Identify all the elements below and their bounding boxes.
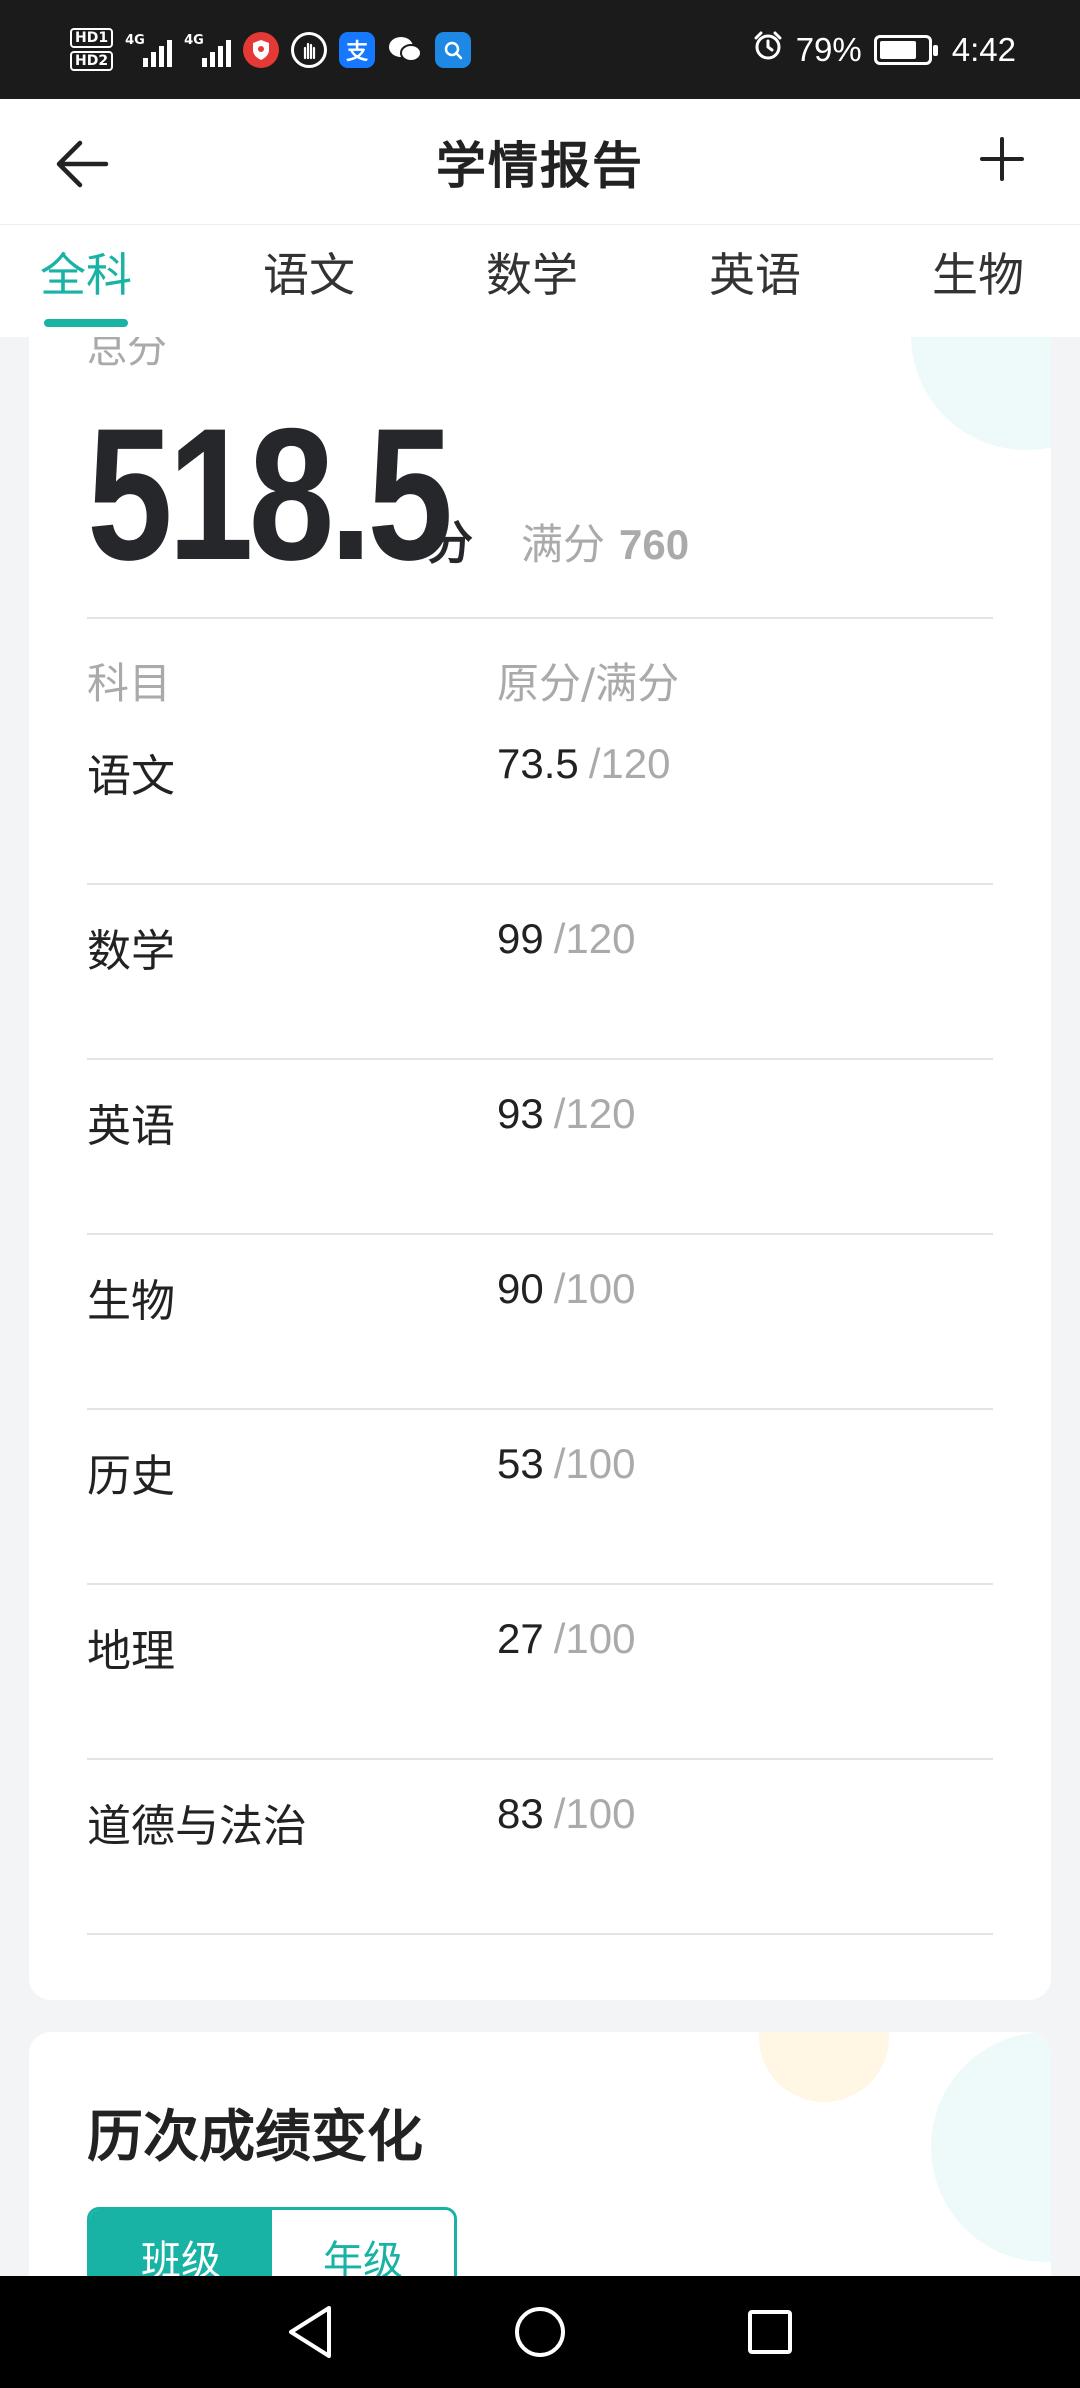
table-row: 语文 73.5/120 bbox=[87, 710, 993, 885]
subject-name: 生物 bbox=[87, 1276, 175, 1327]
table-row: 生物 90/100 bbox=[87, 1235, 993, 1410]
status-left: HD1 HD2 4G 4G 支 bbox=[70, 28, 472, 71]
tab-biology[interactable]: 生物 bbox=[932, 245, 1024, 325]
alipay-icon: 支 bbox=[339, 31, 376, 68]
subject-name: 数学 bbox=[87, 926, 175, 977]
table-row: 数学 99/120 bbox=[87, 885, 993, 1060]
summary-divider bbox=[87, 617, 993, 619]
subject-score: 93/120 bbox=[497, 1090, 635, 1138]
max-score: /120 bbox=[553, 1090, 636, 1137]
alarm-icon bbox=[752, 30, 784, 70]
add-button[interactable] bbox=[972, 129, 1032, 189]
table-row: 地理 27/100 bbox=[87, 1585, 993, 1760]
tab-chinese[interactable]: 语文 bbox=[263, 245, 355, 325]
subject-score: 27/100 bbox=[497, 1615, 635, 1663]
full-score-label: 满分 bbox=[521, 520, 606, 569]
hd1-badge: HD1 bbox=[70, 28, 114, 48]
status-bar: HD1 HD2 4G 4G 支 79% 4:42 bbox=[0, 0, 1080, 99]
plus-icon bbox=[980, 137, 1024, 181]
score-card: 总分 518.5 分 满分 760 科目 原分/满分 语文 73.5/120 数学 99… bbox=[29, 300, 1051, 2000]
raw-score: 99 bbox=[497, 915, 544, 962]
max-score: /120 bbox=[588, 740, 671, 787]
history-title: 历次成绩变化 bbox=[87, 2105, 423, 2170]
signal-1-tag: 4G bbox=[125, 32, 145, 48]
subject-score: 90/100 bbox=[497, 1265, 635, 1313]
subject-tabs: 全科 语文 数学 英语 生物 bbox=[0, 225, 1080, 337]
subject-score: 73.5/120 bbox=[497, 740, 671, 788]
column-header-subject: 科目 bbox=[87, 659, 172, 708]
total-score-value: 518.5 bbox=[87, 389, 453, 599]
hd2-badge: HD2 bbox=[70, 51, 114, 71]
hd-indicators: HD1 HD2 bbox=[70, 28, 114, 71]
subject-name: 语文 bbox=[87, 751, 175, 802]
tab-all-label: 全科 bbox=[40, 248, 132, 302]
search-app-icon bbox=[435, 31, 472, 68]
decorative-circle-yellow bbox=[759, 2032, 889, 2102]
full-score: 满分 760 bbox=[521, 511, 689, 572]
subject-name: 英语 bbox=[87, 1101, 175, 1152]
wechat-icon bbox=[387, 32, 423, 68]
table-row: 道德与法治 83/100 bbox=[87, 1760, 993, 1935]
raw-score: 27 bbox=[497, 1615, 544, 1662]
total-score-row: 518.5 分 满分 760 bbox=[87, 400, 689, 588]
arrow-left-icon bbox=[56, 140, 109, 188]
max-score: /100 bbox=[553, 1440, 636, 1487]
signal-2-icon: 4G bbox=[184, 32, 232, 67]
subject-name: 道德与法治 bbox=[87, 1801, 307, 1852]
table-row: 英语 93/120 bbox=[87, 1060, 993, 1235]
max-score: /120 bbox=[553, 915, 636, 962]
max-score: /100 bbox=[553, 1265, 636, 1312]
raw-score: 83 bbox=[497, 1790, 544, 1837]
max-score: /100 bbox=[553, 1790, 636, 1837]
app-header: 学情报告 bbox=[0, 99, 1080, 225]
square-recents-icon bbox=[748, 2310, 792, 2354]
tab-math[interactable]: 数学 bbox=[486, 245, 578, 325]
raw-score: 93 bbox=[497, 1090, 544, 1137]
triangle-back-icon bbox=[289, 2306, 331, 2358]
subject-score: 99/120 bbox=[497, 915, 635, 963]
page-title: 学情报告 bbox=[436, 136, 644, 195]
status-right: 79% 4:42 bbox=[752, 30, 1016, 70]
signal-2-tag: 4G bbox=[184, 32, 204, 48]
raw-score: 90 bbox=[497, 1265, 544, 1312]
column-header-score: 原分/满分 bbox=[497, 659, 680, 708]
battery-percent: 79% bbox=[795, 30, 862, 68]
nav-back-button[interactable] bbox=[275, 2297, 345, 2367]
hand-icon bbox=[291, 31, 328, 68]
clock: 4:42 bbox=[951, 30, 1016, 68]
raw-score: 53 bbox=[497, 1440, 544, 1487]
nav-recents-button[interactable] bbox=[735, 2297, 805, 2367]
row-divider bbox=[87, 1933, 993, 1935]
nav-home-button[interactable] bbox=[505, 2297, 575, 2367]
subject-score: 53/100 bbox=[497, 1440, 635, 1488]
subject-score: 83/100 bbox=[497, 1790, 635, 1838]
raw-score: 73.5 bbox=[497, 740, 579, 787]
tab-all[interactable]: 全科 bbox=[40, 245, 132, 327]
signal-1-icon: 4G bbox=[125, 32, 173, 67]
full-score-value: 760 bbox=[619, 521, 690, 568]
security-shield-icon bbox=[243, 31, 280, 68]
subject-name: 地理 bbox=[87, 1626, 175, 1677]
table-row: 历史 53/100 bbox=[87, 1410, 993, 1585]
system-nav-bar bbox=[0, 2276, 1080, 2388]
decorative-circle-teal bbox=[931, 2032, 1051, 2262]
battery-icon bbox=[873, 34, 938, 65]
circle-home-icon bbox=[515, 2307, 565, 2357]
max-score: /100 bbox=[553, 1615, 636, 1662]
tab-english[interactable]: 英语 bbox=[709, 245, 801, 325]
subject-name: 历史 bbox=[87, 1451, 175, 1502]
back-button[interactable] bbox=[48, 129, 118, 199]
active-tab-indicator bbox=[44, 319, 128, 327]
